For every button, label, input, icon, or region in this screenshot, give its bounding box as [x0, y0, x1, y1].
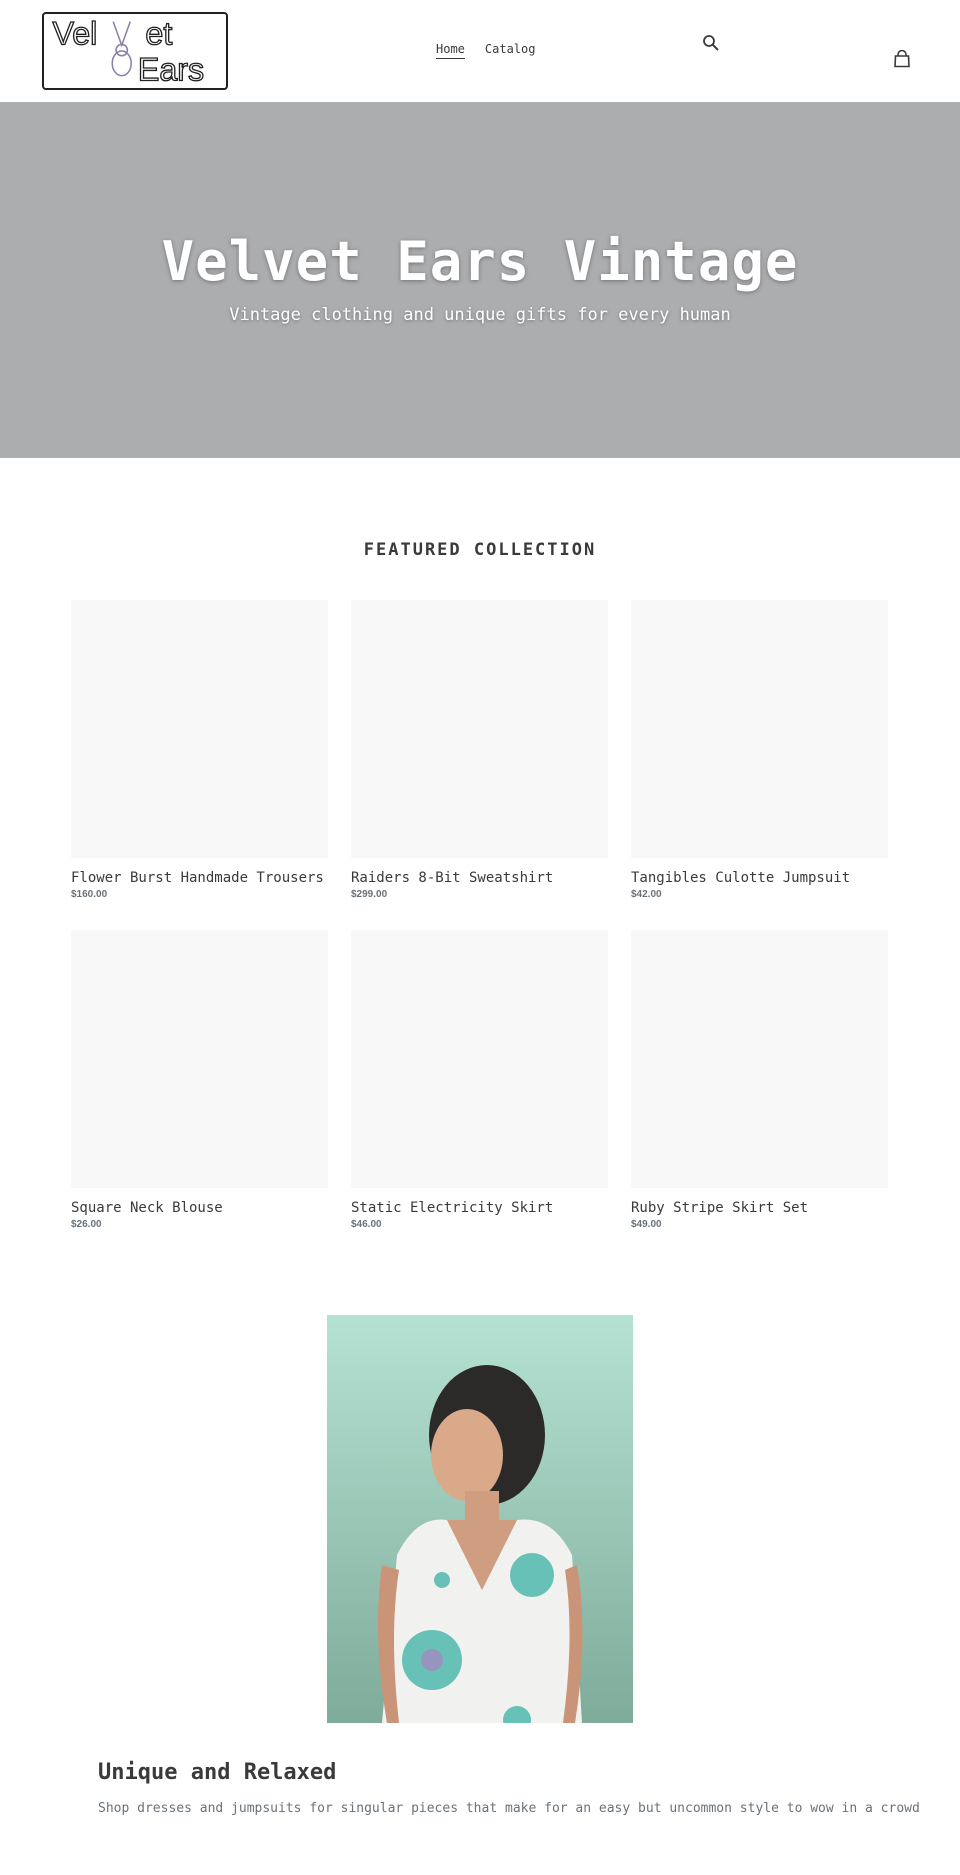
svg-text:Ears: Ears	[138, 51, 204, 87]
product-image[interactable]	[631, 930, 888, 1188]
product-price: $49.00	[631, 1219, 662, 1230]
logo[interactable]: Vel et Ears	[42, 12, 228, 90]
product-card[interactable]: Raiders 8-Bit Sweatshirt $299.00	[351, 600, 608, 902]
product-price: $46.00	[351, 1219, 382, 1230]
product-card[interactable]: Ruby Stripe Skirt Set $49.00	[631, 930, 888, 1232]
product-title[interactable]: Static Electricity Skirt	[351, 1200, 608, 1216]
product-title[interactable]: Flower Burst Handmade Trousers	[71, 870, 328, 886]
site-header: Vel et Ears Home Catalog	[0, 0, 960, 102]
feature-photo	[327, 1315, 633, 1723]
product-card[interactable]: Tangibles Culotte Jumpsuit $42.00	[631, 600, 888, 902]
product-price: $160.00	[71, 889, 108, 900]
product-card[interactable]: Square Neck Blouse $26.00	[71, 930, 328, 1232]
product-grid: Flower Burst Handmade Trousers $160.00 R…	[71, 600, 889, 1232]
featured-collection-title: FEATURED COLLECTION	[363, 540, 597, 560]
product-title[interactable]: Square Neck Blouse	[71, 1200, 328, 1216]
product-title[interactable]: Raiders 8-Bit Sweatshirt	[351, 870, 608, 886]
velvet-ears-logo-image: Vel et Ears	[52, 15, 205, 88]
product-image[interactable]	[71, 600, 328, 858]
nav-catalog-link[interactable]: Catalog	[485, 42, 536, 59]
feature-heading: Unique and Relaxed	[98, 1760, 337, 1785]
cart-icon[interactable]	[893, 49, 911, 68]
product-image[interactable]	[351, 930, 608, 1188]
product-image[interactable]	[71, 930, 328, 1188]
product-image[interactable]	[631, 600, 888, 858]
product-title[interactable]: Tangibles Culotte Jumpsuit	[631, 870, 888, 886]
product-card[interactable]: Flower Burst Handmade Trousers $160.00	[71, 600, 328, 902]
product-price: $299.00	[351, 889, 388, 900]
hero-banner: Velvet Ears Vintage Vintage clothing and…	[0, 102, 960, 458]
svg-text:et: et	[145, 15, 172, 51]
main-nav: Home Catalog	[436, 42, 535, 59]
product-title[interactable]: Ruby Stripe Skirt Set	[631, 1200, 888, 1216]
svg-text:Vel: Vel	[52, 15, 97, 51]
product-card[interactable]: Static Electricity Skirt $46.00	[351, 930, 608, 1232]
hero-title: Velvet Ears Vintage	[161, 230, 799, 293]
product-price: $42.00	[631, 889, 662, 900]
search-icon[interactable]	[702, 34, 720, 52]
nav-home-link[interactable]: Home	[436, 42, 465, 59]
hero-subtitle: Vintage clothing and unique gifts for ev…	[229, 305, 731, 325]
product-price: $26.00	[71, 1219, 102, 1230]
product-image[interactable]	[351, 600, 608, 858]
feature-description: Shop dresses and jumpsuits for singular …	[98, 1801, 920, 1816]
